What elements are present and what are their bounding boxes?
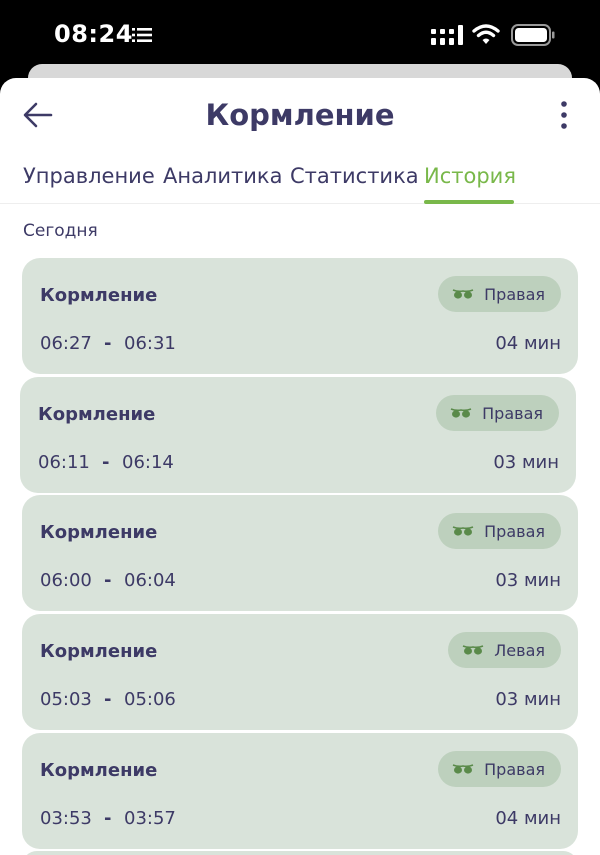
tab-bar: Управление Аналитика Статистика История <box>0 150 600 204</box>
tab-history[interactable]: История <box>424 164 516 188</box>
wifi-icon <box>472 24 500 44</box>
duration: 03 мин <box>493 452 559 473</box>
battery-icon <box>511 24 555 46</box>
start-time: 06:27 <box>40 333 92 354</box>
start-time: 05:03 <box>40 689 92 710</box>
time-separator: - <box>104 808 112 829</box>
end-time: 06:14 <box>122 452 174 473</box>
side-label: Левая <box>494 640 545 660</box>
side-badge: Левая <box>448 632 561 668</box>
breast-icon <box>462 645 484 655</box>
entry-title: Кормление <box>40 641 158 662</box>
more-vertical-icon[interactable] <box>552 100 576 130</box>
entry-title: Кормление <box>40 285 158 306</box>
feeding-sheet: Кормление Управление Аналитика Статистик… <box>0 78 600 855</box>
side-badge: Правая <box>438 751 561 787</box>
header: Кормление <box>0 78 600 150</box>
section-title-today: Сегодня <box>23 221 98 241</box>
tab-statistics[interactable]: Статистика <box>290 164 419 188</box>
duration: 03 мин <box>495 570 561 591</box>
breast-icon <box>452 289 474 299</box>
duration: 03 мин <box>495 689 561 710</box>
end-time: 03:57 <box>124 808 176 829</box>
time-separator: - <box>104 333 112 354</box>
end-time: 06:04 <box>124 570 176 591</box>
side-label: Правая <box>482 403 543 423</box>
duration: 04 мин <box>495 808 561 829</box>
status-time: 08:24 <box>54 20 133 48</box>
tab-analytics[interactable]: Аналитика <box>163 164 282 188</box>
time-separator: - <box>104 570 112 591</box>
page-title: Кормление <box>205 98 395 132</box>
breast-icon <box>452 764 474 774</box>
time-separator: - <box>102 452 110 473</box>
list-icon <box>132 28 152 42</box>
start-time: 03:53 <box>40 808 92 829</box>
signal-icon <box>431 25 463 45</box>
history-entry-card[interactable]: Кормление Левая 05:03 - 05:06 03 мин <box>22 614 578 730</box>
history-entry-card[interactable]: Кормление Правая 03:53 - 03:57 04 мин <box>22 733 578 849</box>
status-bar: 08:24 <box>0 0 600 70</box>
end-time: 05:06 <box>124 689 176 710</box>
breast-icon <box>452 526 474 536</box>
history-entry-card-partial[interactable] <box>22 851 578 855</box>
breast-icon <box>450 408 472 418</box>
start-time: 06:00 <box>40 570 92 591</box>
history-entry-card[interactable]: Кормление Правая 06:11 - 06:14 03 мин <box>20 377 576 493</box>
entry-title: Кормление <box>40 760 158 781</box>
entry-title: Кормление <box>40 522 158 543</box>
duration: 04 мин <box>495 333 561 354</box>
side-badge: Правая <box>438 513 561 549</box>
start-time: 06:11 <box>38 452 90 473</box>
entry-title: Кормление <box>38 404 156 425</box>
side-label: Правая <box>484 284 545 304</box>
tab-management[interactable]: Управление <box>23 164 155 188</box>
time-separator: - <box>104 689 112 710</box>
side-badge: Правая <box>436 395 559 431</box>
side-label: Правая <box>484 759 545 779</box>
side-badge: Правая <box>438 276 561 312</box>
history-entry-card[interactable]: Кормление Правая 06:27 - 06:31 04 мин <box>22 258 578 374</box>
side-label: Правая <box>484 521 545 541</box>
end-time: 06:31 <box>124 333 176 354</box>
active-tab-indicator <box>424 200 514 204</box>
history-entry-card[interactable]: Кормление Правая 06:00 - 06:04 03 мин <box>22 495 578 611</box>
